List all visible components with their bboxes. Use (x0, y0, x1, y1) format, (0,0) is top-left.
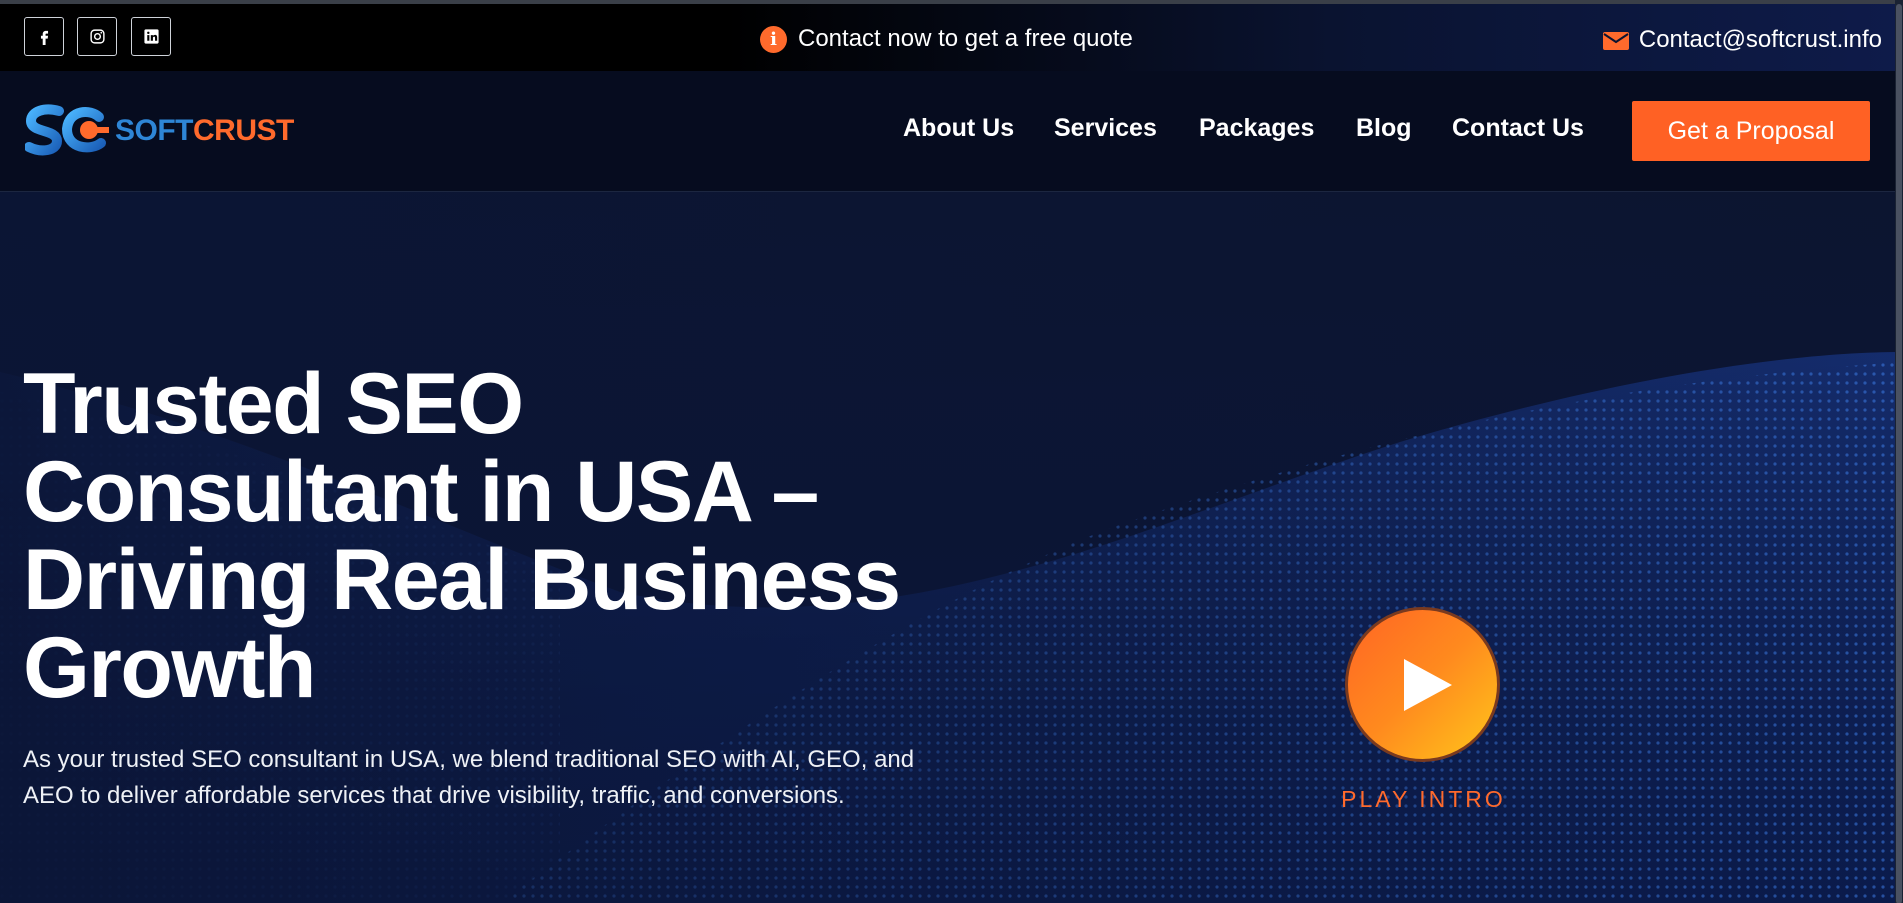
hero-subtext: As your trusted SEO consultant in USA, w… (23, 746, 915, 809)
instagram-icon[interactable] (77, 17, 117, 56)
promo-text: Contact now to get a free quote (798, 25, 1133, 52)
logo[interactable]: SOFTCRUST (25, 103, 294, 159)
navbar: SOFTCRUST About Us Services Packages Blo… (0, 71, 1903, 192)
nav-services[interactable]: Services (1054, 114, 1157, 143)
headline-line-2: Consultant in USA – (23, 444, 819, 540)
linkedin-icon[interactable] (131, 17, 171, 56)
play-intro-button[interactable] (1345, 607, 1500, 762)
logo-mark (25, 104, 109, 156)
headline-line-1: Trusted SEO (23, 356, 524, 452)
logo-text-crust: CRUST (193, 114, 294, 147)
headline-line-3: Driving Real Business (23, 532, 901, 628)
play-icon (1403, 658, 1452, 711)
page: i Contact now to get a free quote Contac… (0, 0, 1903, 903)
nav-about-us[interactable]: About Us (903, 114, 1014, 143)
nav-blog[interactable]: Blog (1356, 114, 1412, 143)
top-bar: i Contact now to get a free quote Contac… (0, 4, 1903, 71)
envelope-icon (1602, 32, 1629, 50)
logo-text: SOFTCRUST (115, 114, 294, 148)
email-text: Contact@softcrust.info (1638, 26, 1882, 53)
get-proposal-button[interactable]: Get a Proposal (1632, 101, 1870, 161)
play-intro-label[interactable]: PLAY INTRO (1336, 786, 1511, 813)
email-link[interactable]: Contact@softcrust.info (1602, 26, 1882, 54)
facebook-icon[interactable] (24, 17, 64, 56)
nav-packages[interactable]: Packages (1199, 114, 1314, 143)
promo-banner[interactable]: i Contact now to get a free quote (760, 25, 1133, 53)
scrollbar-thumb[interactable] (1896, 4, 1902, 903)
logo-text-soft: SOFT (115, 114, 194, 147)
info-icon: i (760, 25, 787, 53)
nav-contact-us[interactable]: Contact Us (1452, 114, 1584, 143)
scrollbar[interactable] (1895, 0, 1903, 903)
headline-line-4: Growth (23, 620, 316, 716)
hero-section: Trusted SEO Consultant in USA – Driving … (0, 192, 1903, 903)
hero-headline: Trusted SEO Consultant in USA – Driving … (23, 360, 923, 712)
